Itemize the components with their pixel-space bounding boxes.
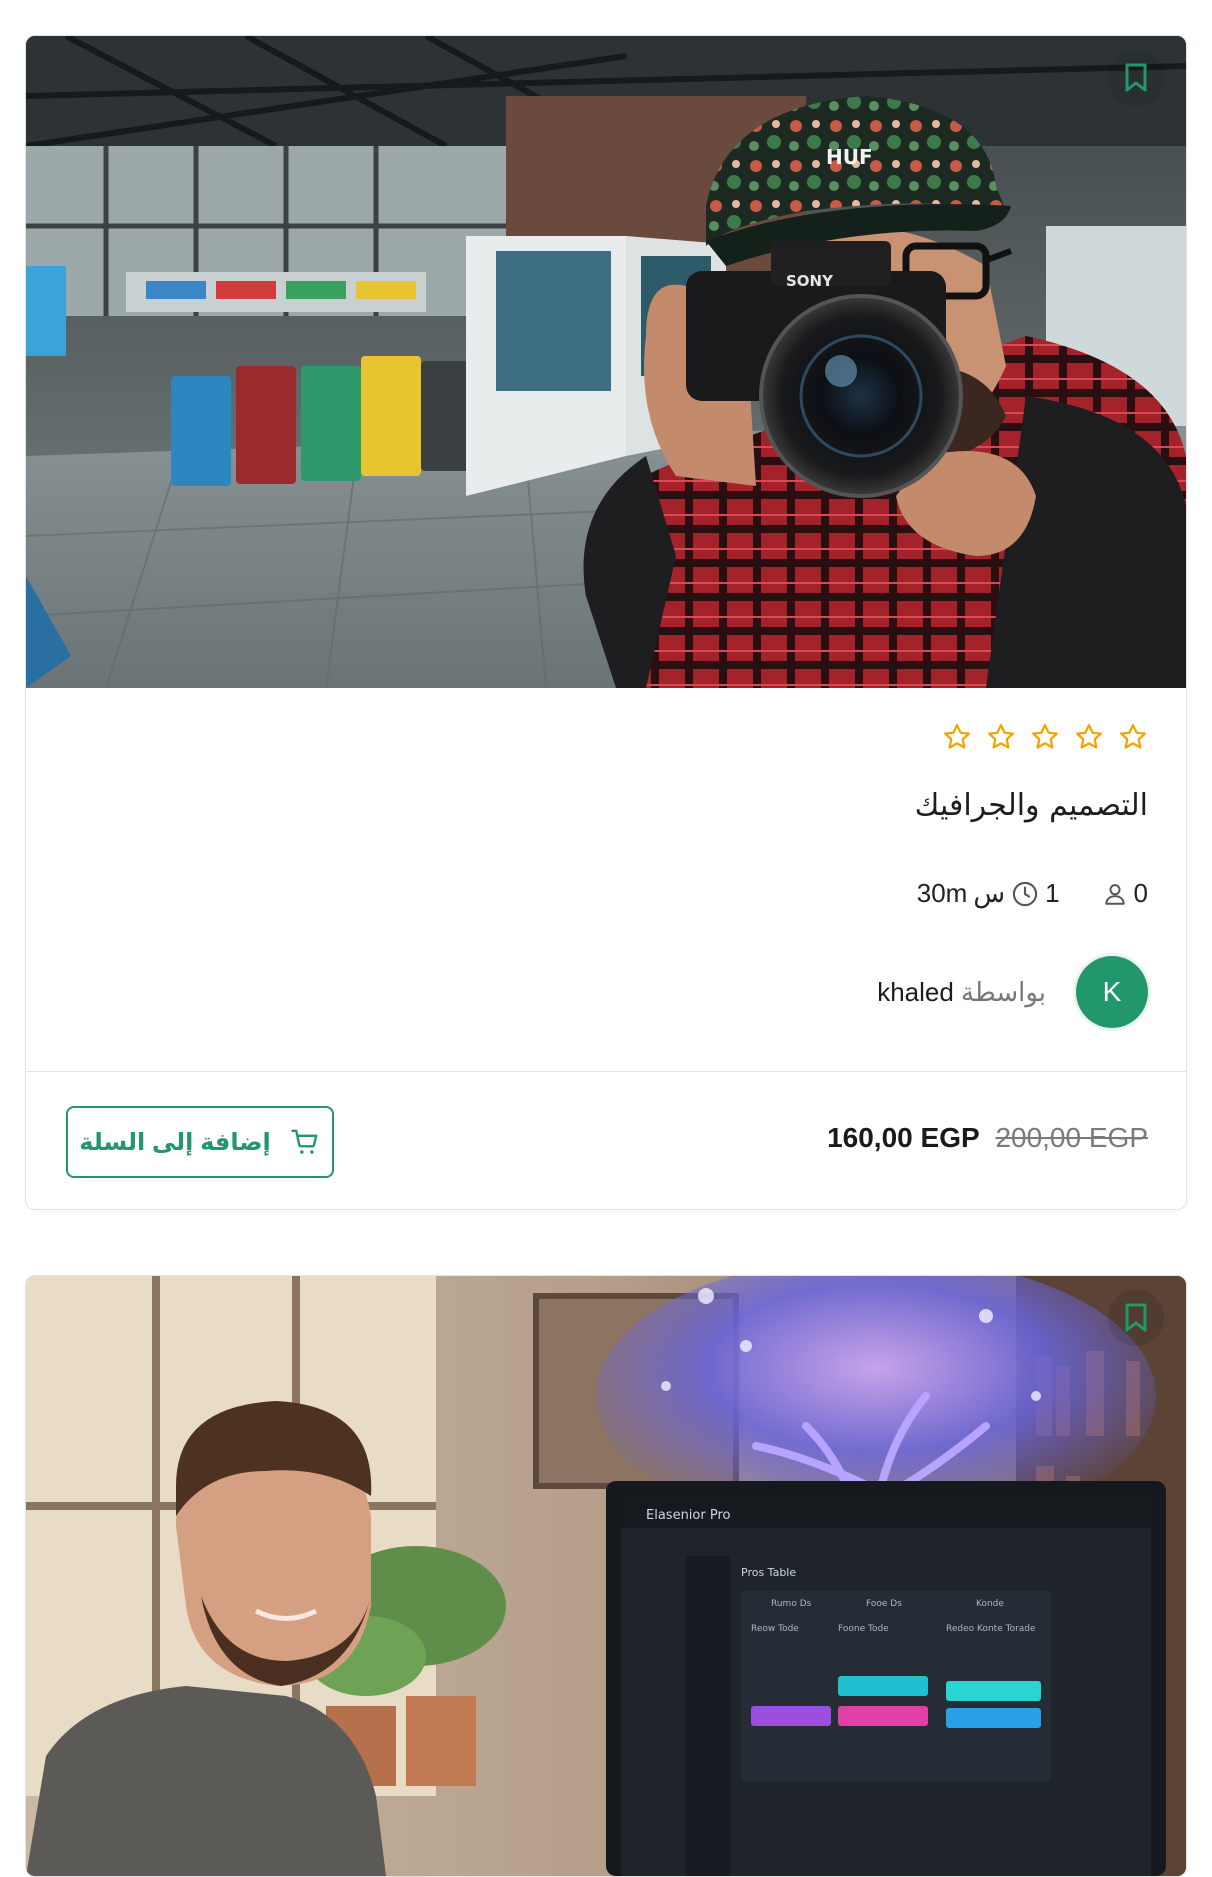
user-icon: [1104, 883, 1125, 905]
course-card[interactable]: HUF SONY التصميم والجرافيك 30m س 1 0 kha…: [25, 35, 1187, 1210]
monitor-row1: Reow Tode: [751, 1624, 799, 1634]
price: 160,00 EGP 200,00 EGP: [827, 1122, 1148, 1154]
add-to-cart-label: إضافة إلى السلة: [79, 1128, 271, 1156]
course-meta: 30m س 1 0: [917, 878, 1148, 909]
svg-text:HUF: HUF: [826, 145, 873, 169]
author-name[interactable]: khaled: [877, 977, 954, 1007]
duration-hours: 1: [1045, 878, 1060, 908]
star-icon: [942, 722, 972, 752]
bookmark-button[interactable]: [1108, 50, 1164, 106]
avatar[interactable]: K: [1076, 956, 1148, 1028]
monitor-brand: Elasenior Pro: [646, 1508, 731, 1523]
monitor-col2: Fooe Ds: [866, 1599, 902, 1609]
course-card-body: التصميم والجرافيك 30m س 1 0 khaled بواسط…: [26, 688, 1186, 1070]
course-thumbnail[interactable]: Elasenior Pro Pros Table Rumo Ds Fooe Ds…: [26, 1276, 1186, 1876]
star-icon: [986, 722, 1016, 752]
star-icon: [1074, 722, 1104, 752]
photographer-image: HUF SONY: [26, 36, 1186, 688]
star-icon: [1118, 722, 1148, 752]
price-current: 160,00 EGP: [827, 1122, 980, 1153]
monitor-col3: Konde: [976, 1599, 1004, 1609]
bookmark-icon: [1125, 63, 1147, 92]
bookmark-button[interactable]: [1108, 1290, 1164, 1346]
duration: 30m س 1: [917, 878, 1060, 909]
cart-icon: [291, 1129, 318, 1154]
star-icon: [1030, 722, 1060, 752]
students-count: 0: [1133, 878, 1148, 908]
duration-minutes: 30m: [916, 878, 968, 908]
course-card-footer: إضافة إلى السلة 160,00 EGP 200,00 EGP: [26, 1071, 1186, 1209]
developer-image: Elasenior Pro Pros Table Rumo Ds Fooe Ds…: [26, 1276, 1186, 1876]
monitor-col1: Rumo Ds: [771, 1599, 812, 1609]
students: 0: [1102, 878, 1148, 909]
monitor-heading: Pros Table: [741, 1566, 796, 1579]
rating-stars: [942, 722, 1148, 752]
duration-hours-unit: س: [973, 878, 1006, 908]
add-to-cart-button[interactable]: إضافة إلى السلة: [66, 1106, 334, 1178]
course-thumbnail[interactable]: HUF SONY: [26, 36, 1186, 688]
course-card[interactable]: Elasenior Pro Pros Table Rumo Ds Fooe Ds…: [25, 1275, 1187, 1877]
author: khaled بواسطة K: [877, 956, 1148, 1028]
bookmark-icon: [1125, 1303, 1147, 1332]
course-title[interactable]: التصميم والجرافيك: [915, 788, 1148, 823]
clock-icon: [1012, 881, 1038, 906]
monitor-row2: Foone Tode: [838, 1624, 889, 1634]
author-prefix: بواسطة: [961, 976, 1046, 1007]
svg-text:SONY: SONY: [786, 272, 834, 290]
price-original: 200,00 EGP: [995, 1122, 1148, 1153]
author-text: khaled بواسطة: [877, 977, 1046, 1008]
monitor-row3: Redeo Konte Torade: [946, 1624, 1036, 1634]
